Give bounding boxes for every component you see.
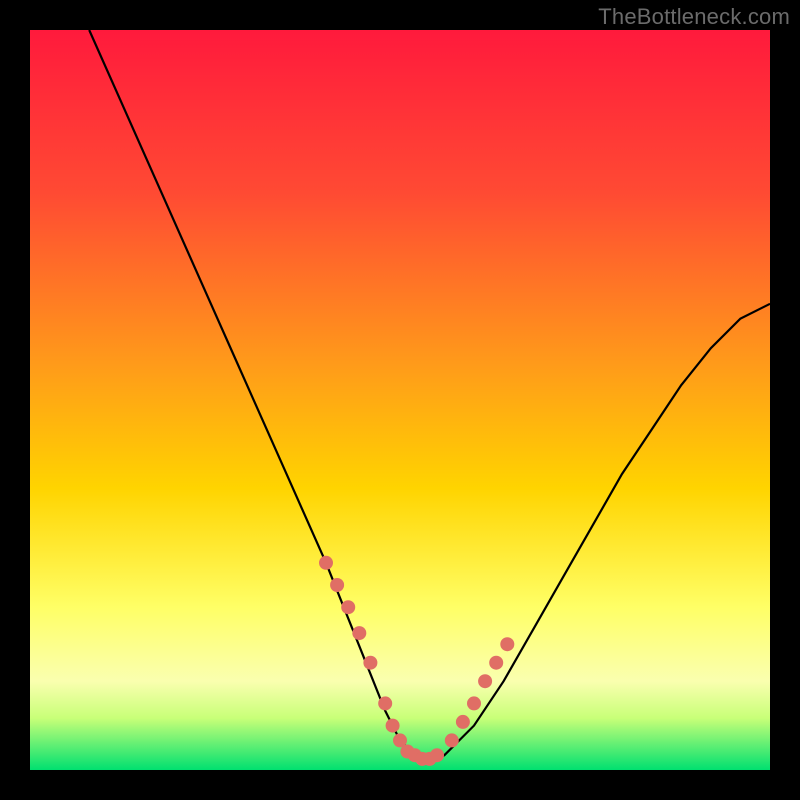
highlight-dot <box>430 748 444 762</box>
chart-frame: TheBottleneck.com <box>0 0 800 800</box>
highlight-dot <box>478 674 492 688</box>
highlight-dot <box>445 733 459 747</box>
plot-area <box>30 30 770 770</box>
gradient-background <box>30 30 770 770</box>
highlight-dot <box>489 656 503 670</box>
highlight-dot <box>467 696 481 710</box>
highlight-dot <box>330 578 344 592</box>
watermark-text: TheBottleneck.com <box>598 4 790 30</box>
highlight-dot <box>341 600 355 614</box>
highlight-dot <box>456 715 470 729</box>
highlight-dot <box>386 719 400 733</box>
highlight-dot <box>378 696 392 710</box>
highlight-dot <box>500 637 514 651</box>
highlight-dot <box>319 556 333 570</box>
highlight-dot <box>352 626 366 640</box>
bottleneck-chart <box>30 30 770 770</box>
highlight-dot <box>363 656 377 670</box>
